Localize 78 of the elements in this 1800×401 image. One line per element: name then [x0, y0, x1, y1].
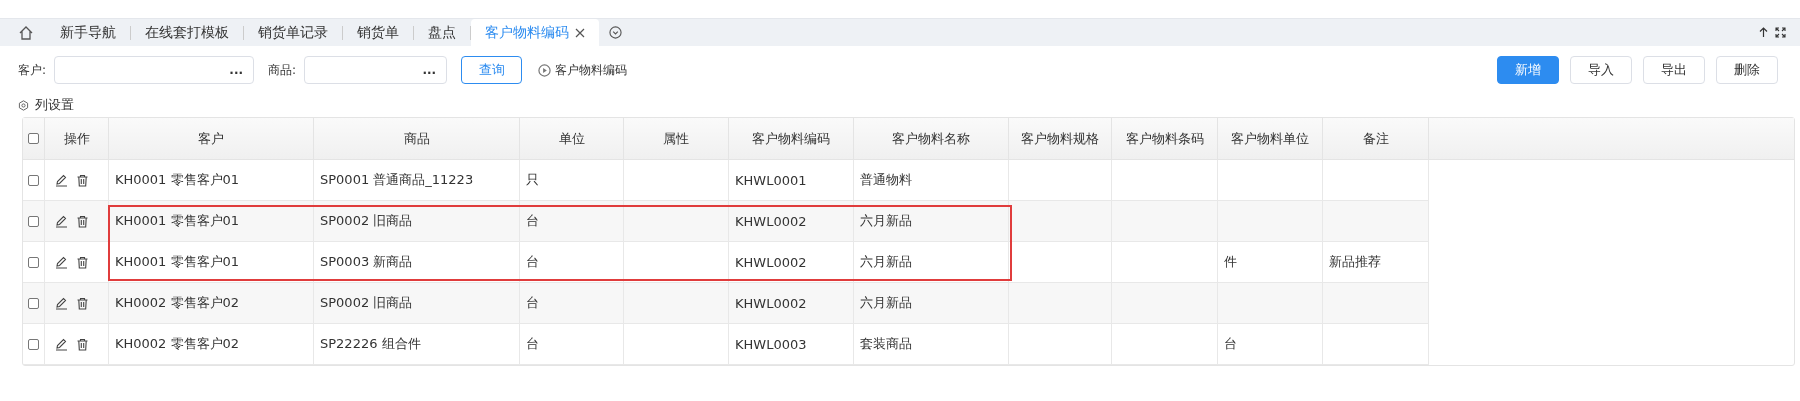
pencil-icon[interactable]: [55, 296, 68, 310]
column-header: 客户物料条码: [1125, 129, 1204, 148]
column-header: 客户物料单位: [1231, 129, 1309, 148]
column-settings-link[interactable]: 列设置: [35, 96, 74, 114]
arrow-up-icon[interactable]: [1758, 27, 1769, 38]
table-cell: SP0003 新商品: [320, 253, 413, 271]
table-cell: KH0002 零售客户02: [115, 294, 240, 312]
table-cell: 新品推荐: [1329, 253, 1381, 271]
table-cell: 六月新品: [860, 294, 912, 312]
column-header: 客户物料名称: [892, 129, 970, 148]
close-icon[interactable]: [575, 27, 585, 38]
column-header: 备注: [1362, 129, 1389, 148]
table-cell: KH0002 零售客户02: [115, 335, 240, 353]
field-label: 商品:: [268, 61, 297, 79]
input-field[interactable]: ...: [304, 56, 448, 84]
trash-icon[interactable]: [76, 296, 89, 310]
table-cell: KH0001 零售客户01: [115, 212, 240, 230]
table-cell: SP22226 组合件: [320, 335, 421, 353]
table-cell: 台: [1224, 335, 1237, 353]
action-button[interactable]: 删除: [1716, 56, 1778, 84]
link[interactable]: 客户物料编码: [555, 61, 628, 79]
search-button[interactable]: 查询: [461, 56, 523, 84]
tab[interactable]: 盘点: [414, 19, 470, 46]
play-circle-icon[interactable]: [538, 63, 552, 77]
table-cell: 件: [1224, 253, 1237, 271]
table-cell: 台: [526, 335, 539, 353]
table-cell: KHWL0001: [735, 172, 807, 188]
table-cell: KH0001 零售客户01: [115, 253, 240, 271]
pencil-icon[interactable]: [55, 255, 68, 269]
action-button[interactable]: 导入: [1570, 56, 1632, 84]
trash-icon[interactable]: [76, 173, 89, 187]
table-cell: 台: [526, 294, 539, 312]
checkbox[interactable]: [28, 338, 39, 350]
trash-icon[interactable]: [76, 214, 89, 228]
table-cell: KH0001 零售客户01: [115, 171, 240, 189]
column-header: 单位: [558, 129, 585, 148]
table-cell: KHWL0002: [735, 295, 807, 311]
checkbox[interactable]: [28, 215, 39, 227]
column-header: 客户物料编码: [752, 129, 830, 148]
table-cell: 只: [526, 171, 539, 189]
fullscreen-icon[interactable]: [1775, 27, 1786, 38]
action-button[interactable]: 导出: [1643, 56, 1705, 84]
column-header: 操作: [63, 129, 90, 148]
checkbox[interactable]: [28, 256, 39, 268]
table-cell: 台: [526, 253, 539, 271]
table-cell: SP0002 旧商品: [320, 294, 413, 312]
column-header: 客户物料规格: [1021, 129, 1099, 148]
checkbox[interactable]: [28, 174, 39, 186]
chevron-circle-icon[interactable]: [609, 26, 622, 39]
tab[interactable]: 在线套打模板: [131, 19, 243, 46]
table-cell: 六月新品: [860, 212, 912, 230]
table-cell: KHWL0002: [735, 254, 807, 270]
table-cell: SP0001 普通商品_11223: [320, 171, 474, 189]
home-icon[interactable]: [18, 24, 34, 41]
gear-icon[interactable]: [18, 99, 29, 111]
column-header: 商品: [403, 129, 430, 148]
pencil-icon[interactable]: [55, 337, 68, 351]
checkbox[interactable]: [28, 133, 39, 144]
pencil-icon[interactable]: [55, 214, 68, 228]
field-label: 客户:: [18, 61, 47, 79]
input-field[interactable]: ...: [54, 56, 255, 84]
table-cell: 普通物料: [860, 171, 912, 189]
table-cell: 六月新品: [860, 253, 912, 271]
table-cell: 台: [526, 212, 539, 230]
table-cell: SP0002 旧商品: [320, 212, 413, 230]
pencil-icon[interactable]: [55, 173, 68, 187]
tab[interactable]: 客户物料编码: [471, 19, 599, 46]
column-header: 属性: [663, 129, 689, 148]
trash-icon[interactable]: [76, 337, 89, 351]
table-cell: KHWL0002: [735, 213, 807, 229]
tab[interactable]: 销货单: [343, 19, 413, 46]
tab[interactable]: 新手导航: [46, 19, 130, 46]
table-cell: KHWL0003: [735, 336, 807, 352]
trash-icon[interactable]: [76, 255, 89, 269]
column-header: 客户: [198, 129, 224, 148]
tab[interactable]: 销货单记录: [244, 19, 342, 46]
table-cell: 套装商品: [860, 335, 912, 353]
checkbox[interactable]: [28, 297, 39, 309]
